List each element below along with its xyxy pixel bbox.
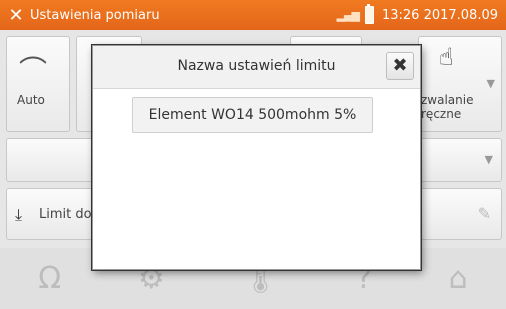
auto-label: Auto [17,93,45,107]
ohm-icon[interactable]: Ω [38,261,61,296]
manual-trigger-button[interactable]: ☝ ▼ zwalanie ręczne [418,36,502,132]
tools-icon: ✕ [8,4,24,26]
screen-title: Ustawienia pomiaru [30,7,160,23]
trigger-label-line2: ręczne [421,107,462,121]
home-icon[interactable]: ⌂ [449,261,468,296]
trigger-label-line1: zwalanie [421,93,474,107]
gauge-icon: ⌒ [19,54,48,87]
auto-range-button[interactable]: ⌒ Auto [6,36,70,132]
dropdown-icon: ▼ [486,77,495,90]
chevron-down-icon: ▼ [484,153,493,166]
dialog-header: Nazwa ustawień limitu ✖ [93,46,420,89]
pencil-icon[interactable]: ✎ [478,204,491,223]
trigger-label: zwalanie ręczne [421,93,473,121]
status-bar: ✕ Ustawienia pomiaru ▂▄▆ 13:26 2017.08.0… [0,0,506,30]
dialog-title: Nazwa ustawień limitu [177,58,336,74]
battery-icon [364,4,374,24]
limit-name-dialog: Nazwa ustawień limitu ✖ Element WO14 500… [92,45,421,270]
signal-icon: ▂▄▆ [336,8,360,22]
hand-pointer-icon: ☝ [439,43,454,71]
clock: 13:26 2017.08.09 [381,7,498,23]
download-icon: ⤓ [15,205,23,224]
limit-name-field[interactable]: Element WO14 500mohm 5% [132,97,373,133]
limit-label: Limit do [39,207,92,222]
close-icon[interactable]: ✖ [386,52,414,80]
